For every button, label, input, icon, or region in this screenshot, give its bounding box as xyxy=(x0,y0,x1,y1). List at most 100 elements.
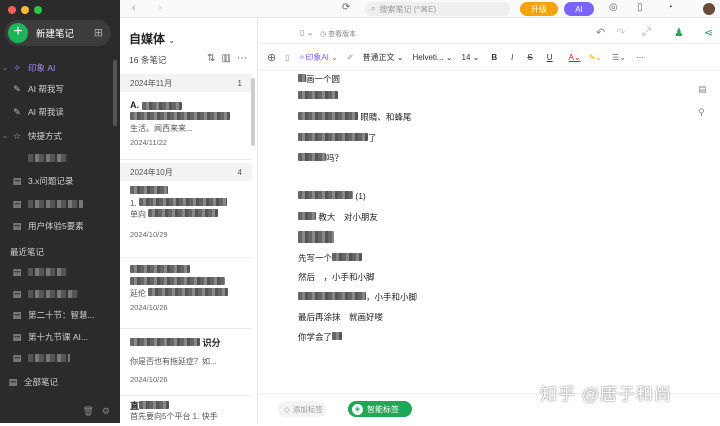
text-color-button[interactable]: A⌄ xyxy=(569,53,581,62)
list-scrollbar[interactable] xyxy=(251,78,255,146)
month-label: 2024年10月 xyxy=(130,167,173,177)
style-select-label: 普通正文 xyxy=(362,53,395,62)
redacted-text xyxy=(130,277,225,285)
sidebar-item-ai-write[interactable]: ✎ AI 帮我写 xyxy=(0,79,120,99)
redo-icon[interactable]: ↷ xyxy=(616,26,625,39)
italic-button[interactable]: I xyxy=(511,53,513,62)
redacted-text xyxy=(332,253,363,261)
content-text: (1) xyxy=(355,191,366,201)
note-date: 2024/10/26 xyxy=(130,375,168,384)
sidebar-item-ux[interactable]: ▤ 用户体验5要素 xyxy=(0,216,120,236)
doc-icon[interactable]: ▯ ⌄ xyxy=(300,28,313,37)
style-select[interactable]: 普通正文 ⌄ xyxy=(363,52,404,63)
grid-icon[interactable]: ⊞ xyxy=(94,26,103,39)
strikethrough-button[interactable]: S xyxy=(527,53,532,62)
redacted-text xyxy=(139,401,170,409)
notebook-title[interactable]: 自媒体 ⌄ xyxy=(129,30,175,47)
outline-icon[interactable]: ▤ xyxy=(698,84,707,95)
bold-button[interactable]: B xyxy=(491,53,497,62)
target-icon[interactable]: ◎ xyxy=(609,2,618,13)
content-line: 然后 ，小手和小脚 xyxy=(298,271,375,283)
ai-button[interactable]: AI xyxy=(564,2,594,16)
content-text: 先写一个 xyxy=(298,253,333,263)
search-input[interactable]: ⌕ 搜索笔记 (^⌘E) xyxy=(365,2,510,16)
back-arrow-icon[interactable]: ‹ xyxy=(132,2,136,14)
share-icon[interactable]: ⋖ xyxy=(704,26,713,39)
sidebar-recent-item[interactable]: ▤ 第十九节课 AI... xyxy=(0,327,120,347)
font-select-label: Helveti... xyxy=(412,53,444,62)
more-icon[interactable]: ⋯ xyxy=(636,53,644,62)
chevron-down-icon[interactable]: ⌄ xyxy=(0,132,10,140)
insert-icon[interactable]: ⊕ xyxy=(267,51,276,64)
new-note-button[interactable]: + 新建笔记 ⊞ xyxy=(5,20,111,46)
sidebar-item-shortcuts[interactable]: ⌄ ☆ 快捷方式 xyxy=(0,126,120,146)
more-icon[interactable]: ⋯ xyxy=(237,53,247,64)
add-tag-placeholder: 添加标签 xyxy=(292,404,323,414)
sidebar-recent-item[interactable]: ▤ xyxy=(0,284,120,304)
sidebar-recent-item[interactable]: ▤ xyxy=(0,262,120,282)
link-icon[interactable]: ⚲ xyxy=(698,107,707,118)
close-window-button[interactable] xyxy=(8,6,16,14)
note-card[interactable]: 延伦 2024/10/26 xyxy=(120,259,252,329)
sort-icon[interactable]: ⇅ xyxy=(207,53,215,64)
phone-icon[interactable]: ▯ xyxy=(637,2,643,13)
sidebar-item-issues[interactable]: ▤ 3.x问题记录 xyxy=(0,171,120,191)
window-controls xyxy=(8,6,42,14)
forward-arrow-icon[interactable]: › xyxy=(158,2,162,14)
sidebar-item-ai-read[interactable]: ✎ AI 帮我读 xyxy=(0,102,120,122)
smart-tag-button[interactable]: ◈ 智能标签 xyxy=(348,401,412,417)
content-line: 画一个圆 xyxy=(298,73,340,85)
sidebar-item-all-notes[interactable]: ▤ 全部笔记 xyxy=(0,372,120,392)
share-user-icon[interactable]: ♟ xyxy=(674,26,684,39)
sidebar-scrollbar[interactable] xyxy=(113,60,117,126)
bell-icon[interactable]: ◔ xyxy=(667,2,673,13)
editor-header: ▯ ⌄ ◷ 查看版本 ↶ ↷ ⤢ ♟ ⋖ xyxy=(258,18,720,44)
sidebar: + 新建笔记 ⊞ ⌄ ✧ 印象 AI ✎ AI 帮我写 ✎ AI 帮我读 ⌄ ☆… xyxy=(0,0,120,423)
sparkle-icon: ✧ xyxy=(13,62,21,73)
trash-icon[interactable]: 🗑 xyxy=(82,406,93,417)
content-line: ，小手和小脚 xyxy=(298,291,417,303)
note-date: 2024/10/29 xyxy=(130,230,168,239)
pen-icon: ✎ xyxy=(13,106,21,117)
note-title: A. xyxy=(130,100,139,110)
sidebar-recent-item[interactable]: ▤ 第二十节：智慧... xyxy=(0,305,120,325)
sidebar-item-ai[interactable]: ⌄ ✧ 印象 AI xyxy=(0,58,120,78)
note-card[interactable]: 直 首先要向5个平台 1. 快手 xyxy=(120,396,252,426)
zoom-window-button[interactable] xyxy=(34,6,42,14)
clock-icon: ◷ xyxy=(320,31,327,38)
note-card[interactable]: A. 生活。闻西来来... 2024/11/22 xyxy=(120,100,252,160)
version-history-link[interactable]: ◷ 查看版本 xyxy=(320,29,356,39)
size-select[interactable]: 14 ⌄ xyxy=(462,53,480,62)
sidebar-item-shortcut-1[interactable] xyxy=(0,148,120,168)
ai-format-button[interactable]: ✧印象AI ⌄ xyxy=(299,52,338,63)
watermark: 知乎 @唐子和尚 xyxy=(540,385,672,404)
note-card[interactable]: 识分 你是否也有拖延症？如... 2024/10/26 xyxy=(120,330,252,396)
add-tag-input[interactable]: ◇ 添加标签 xyxy=(278,401,326,417)
settings-icon[interactable]: ⚙ xyxy=(102,406,110,417)
undo-icon[interactable]: ↶ xyxy=(596,26,605,39)
note-icon: ▤ xyxy=(12,266,22,277)
doc-type-icon[interactable]: ▯ xyxy=(285,53,289,62)
view-toggle-icon[interactable]: ▥ xyxy=(222,53,231,64)
note-icon: ▤ xyxy=(12,220,22,231)
content-text: 画一个圆 xyxy=(306,74,341,84)
note-date: 2024/10/26 xyxy=(130,303,168,312)
sidebar-item-shortcut-3[interactable]: ▤ xyxy=(0,194,120,214)
underline-button[interactable]: U xyxy=(547,53,553,62)
content-line: 教大 对小朋友 xyxy=(298,211,378,223)
expand-icon[interactable]: ⤢ xyxy=(642,26,651,39)
sidebar-recent-item[interactable]: ▤ xyxy=(0,348,120,368)
highlight-button[interactable]: ✎⌄ xyxy=(589,53,602,62)
format-painter-icon[interactable]: ✐ xyxy=(347,53,354,62)
chevron-down-icon[interactable]: ⌄ xyxy=(0,64,10,72)
sync-icon[interactable]: ⟳ xyxy=(342,2,350,13)
font-select[interactable]: Helveti... ⌄ xyxy=(412,53,452,62)
note-card[interactable]: 1. 单向 2024/10/29 xyxy=(120,186,252,258)
minimize-window-button[interactable] xyxy=(21,6,29,14)
redacted-text xyxy=(298,212,316,220)
note-date: 2024/11/22 xyxy=(130,138,167,147)
upgrade-button[interactable]: 升级 xyxy=(520,2,558,16)
avatar[interactable] xyxy=(703,3,715,15)
month-group-header: 2024年11月 1 xyxy=(120,74,252,92)
align-button[interactable]: ☰⌄ xyxy=(612,53,626,62)
